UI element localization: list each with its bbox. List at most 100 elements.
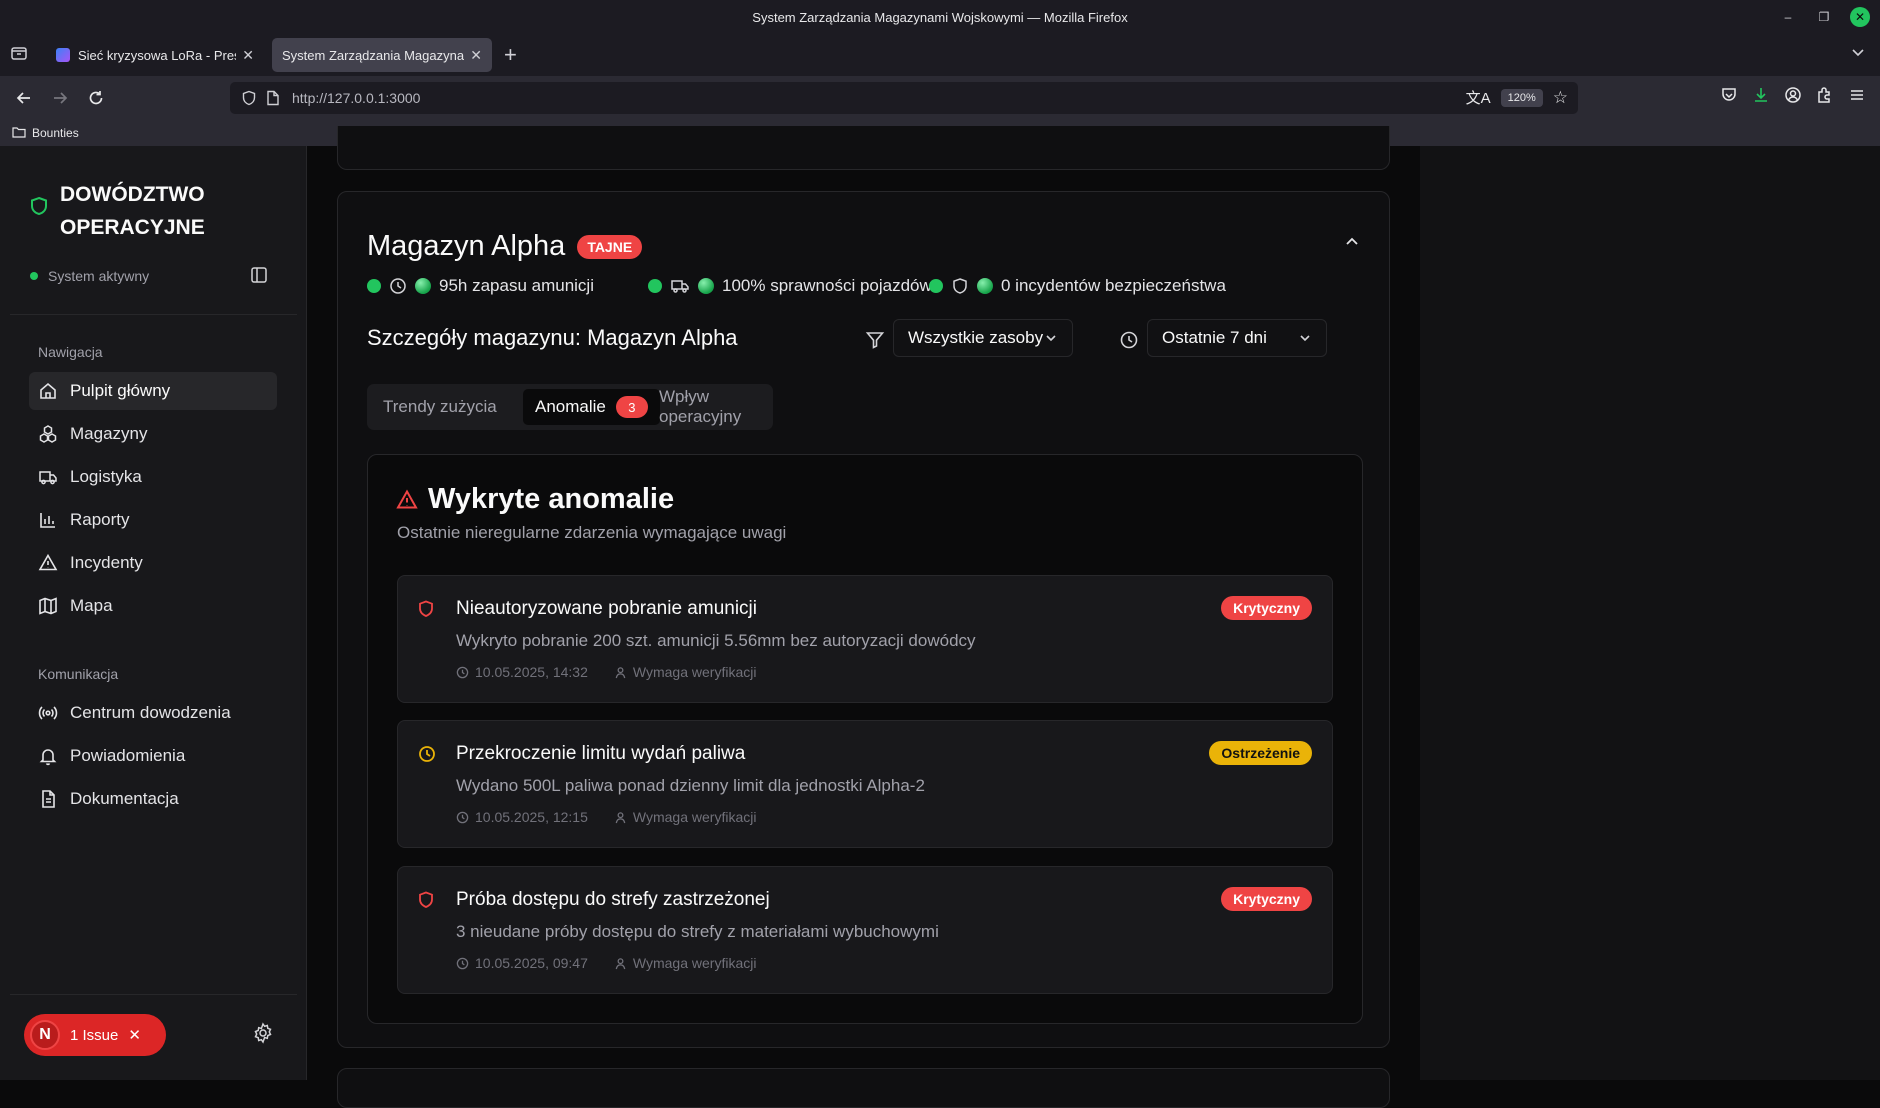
tab-title: Sieć kryzysowa LoRa - Prese (78, 47, 237, 63)
tab-label: Wpływ operacyjny (659, 387, 742, 426)
brand-line: OPERACYJNE (60, 216, 205, 239)
shield-icon[interactable] (238, 87, 260, 109)
tab-operational-impact[interactable]: Wpływ operacyjny (647, 387, 773, 426)
warehouse-stats: 95h zapasu amunicji 100% sprawności poja… (367, 276, 1367, 300)
anomalies-header: Wykryte anomalie (396, 483, 674, 516)
tab-anomalies[interactable]: Anomalie 3 (523, 389, 660, 425)
resource-filter-select[interactable]: Wszystkie zasoby (893, 319, 1073, 357)
sidebar-item-incidents[interactable]: Incydenty (29, 544, 277, 582)
translate-icon[interactable]: 文A (1466, 87, 1491, 108)
clock-icon (1119, 330, 1139, 355)
shield-icon (953, 278, 967, 294)
issue-avatar: N (30, 1020, 60, 1050)
close-window-icon[interactable]: ✕ (1850, 7, 1870, 27)
anomaly-card[interactable]: Nieautoryzowane pobranie amunicji Wykryt… (397, 575, 1333, 703)
anomaly-description: 3 nieudane próby dostępu do strefy z mat… (456, 922, 939, 941)
window-titlebar: System Zarządzania Magazynami Wojskowymi… (0, 0, 1880, 34)
restore-icon[interactable]: ❐ (1814, 7, 1834, 27)
sidebar-item-label: Dokumentacja (70, 789, 179, 808)
sidebar-item-map[interactable]: Mapa (29, 587, 277, 625)
sidebar-item-warehouses[interactable]: Magazyny (29, 415, 277, 453)
browser-tab[interactable]: Sieć kryzysowa LoRa - Prese ✕ (46, 38, 264, 72)
menu-icon[interactable] (1848, 86, 1866, 109)
minimize-icon[interactable]: – (1778, 7, 1798, 27)
anomaly-card[interactable]: Przekroczenie limitu wydań paliwa Wydano… (397, 720, 1333, 848)
clock-icon (456, 957, 469, 969)
download-icon[interactable] (1752, 86, 1770, 109)
warehouse-header: Magazyn Alpha TAJNE (367, 230, 643, 263)
clock-icon (456, 666, 469, 678)
bookmark-star-icon[interactable]: ☆ (1553, 88, 1568, 108)
pocket-icon[interactable] (1720, 86, 1738, 109)
close-tab-icon[interactable]: ✕ (470, 47, 482, 64)
sidebar-item-documentation[interactable]: Dokumentacja (29, 780, 277, 818)
sidebar-item-reports[interactable]: Raporty (29, 501, 277, 539)
sidebar-item-dashboard[interactable]: Pulpit główny (29, 372, 277, 410)
map-icon (39, 597, 57, 615)
boxes-icon (39, 425, 57, 443)
zoom-level[interactable]: 120% (1500, 88, 1543, 107)
anomaly-title: Nieautoryzowane pobranie amunicji (456, 598, 758, 619)
browser-tab-active[interactable]: System Zarządzania Magazynam ✕ (272, 38, 492, 72)
new-tab-icon[interactable]: + (504, 42, 517, 68)
period-select[interactable]: Ostatnie 7 dni (1147, 319, 1327, 357)
status-dot-icon (367, 279, 381, 293)
anomaly-meta: 10.05.2025, 14:32 Wymaga weryfikacji (456, 664, 756, 680)
bookmark-folder[interactable]: Bounties (32, 126, 79, 140)
system-status-label: System aktywny (48, 268, 150, 284)
tab-consumption-trends[interactable]: Trendy zużycia (371, 389, 509, 425)
close-tab-icon[interactable]: ✕ (242, 47, 254, 64)
sidebar: DOWÓDZTWO OPERACYJNE System aktywny Nawi… (0, 146, 307, 1080)
address-bar[interactable]: http://127.0.0.1:3000 文A 120% ☆ (230, 82, 1578, 114)
tab-title: System Zarządzania Magazynam (282, 47, 465, 63)
issue-indicator-button[interactable]: N 1 Issue ✕ (24, 1014, 166, 1056)
brand-title: DOWÓDZTWO OPERACYJNE (60, 178, 205, 244)
anomaly-time: 10.05.2025, 14:32 (475, 664, 588, 680)
severity-badge: Krytyczny (1221, 596, 1312, 620)
truck-icon (39, 471, 57, 485)
chevron-up-icon[interactable] (1344, 234, 1360, 255)
sidebar-toggle-icon[interactable] (250, 266, 268, 289)
page-icon (262, 87, 284, 109)
reload-icon[interactable] (84, 86, 108, 110)
extensions-icon[interactable] (1816, 86, 1834, 109)
radio-icon (38, 706, 58, 720)
home-icon (40, 382, 56, 399)
green-circle-icon (977, 278, 993, 294)
anomalies-panel: Wykryte anomalie Ostatnie nieregularne z… (367, 454, 1363, 1024)
tab-list-icon[interactable] (10, 44, 32, 66)
shield-icon (418, 600, 434, 623)
anomaly-meta: 10.05.2025, 12:15 Wymaga weryfikacji (456, 809, 756, 825)
tab-label: Trendy zużycia (383, 397, 497, 416)
sidebar-item-command-center[interactable]: Centrum dowodzenia (29, 694, 277, 732)
sidebar-item-label: Magazyny (70, 424, 148, 443)
forward-icon[interactable] (48, 86, 72, 110)
window-title: System Zarządzania Magazynami Wojskowymi… (752, 9, 1128, 25)
detail-tabs: Trendy zużycia Anomalie 3 Wpływ operacyj… (367, 384, 773, 430)
sidebar-item-label: Incydenty (70, 553, 143, 572)
anomaly-status: Wymaga weryfikacji (632, 809, 757, 825)
classification-badge: TAJNE (577, 234, 643, 259)
chevron-down-icon (1300, 335, 1310, 342)
brand-line: DOWÓDZTWO (60, 183, 205, 206)
account-icon[interactable] (1784, 86, 1802, 109)
close-icon[interactable]: ✕ (128, 1026, 141, 1044)
select-value: Ostatnie 7 dni (1162, 328, 1267, 347)
shield-icon (30, 196, 48, 221)
status-dot-icon (648, 279, 662, 293)
sidebar-item-logistics[interactable]: Logistyka (29, 458, 277, 496)
sidebar-item-notifications[interactable]: Powiadomienia (29, 737, 277, 775)
chevron-down-icon (1046, 335, 1056, 342)
anomaly-meta: 10.05.2025, 09:47 Wymaga weryfikacji (456, 955, 756, 971)
anomaly-description: Wykryto pobranie 200 szt. amunicji 5.56m… (456, 631, 976, 650)
status-dot-icon (30, 272, 38, 280)
anomaly-card[interactable]: Próba dostępu do strefy zastrzeżonej 3 n… (397, 866, 1333, 994)
chevron-down-icon[interactable] (1850, 44, 1866, 65)
gear-icon[interactable] (252, 1022, 274, 1049)
back-icon[interactable] (12, 86, 36, 110)
issue-label: 1 Issue (70, 1026, 119, 1044)
user-icon (615, 666, 626, 678)
anomaly-count-badge: 3 (615, 396, 648, 418)
anomaly-status: Wymaga weryfikacji (632, 664, 757, 680)
user-icon (615, 811, 626, 823)
